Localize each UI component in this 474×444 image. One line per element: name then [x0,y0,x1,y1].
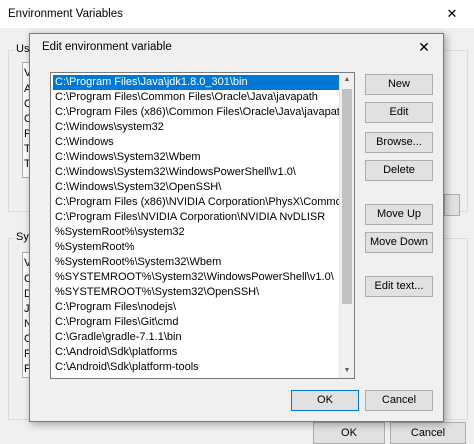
scroll-down-icon[interactable]: ▼ [340,364,354,378]
edit-text-button[interactable]: Edit text... [365,276,433,297]
cancel-button[interactable]: Cancel [365,390,433,411]
dialog-title: Edit environment variable [42,41,172,53]
move-down-button[interactable]: Move Down [365,232,433,253]
list-item[interactable]: %SystemRoot%\System32\Wbem [53,255,341,270]
list-item[interactable]: C:\Program Files\Git\cmd [53,315,341,330]
move-up-button[interactable]: Move Up [365,204,433,225]
list-item[interactable]: %SystemRoot% [53,240,341,255]
list-item[interactable]: C:\Windows\System32\WindowsPowerShell\v1… [53,165,341,180]
edit-environment-variable-dialog: Edit environment variable ✕ C:\Program F… [29,33,444,422]
list-item[interactable]: C:\Gradle\gradle-7.1.1\bin [53,330,341,345]
list-item[interactable]: %SYSTEMROOT%\System32\OpenSSH\ [53,285,341,300]
list-item[interactable]: C:\Program Files\nodejs\ [53,300,341,315]
edit-button[interactable]: Edit [365,102,433,123]
list-item[interactable]: C:\Program Files\Common Files\Oracle\Jav… [53,90,341,105]
path-list[interactable]: C:\Program Files\Java\jdk1.8.0_301\bin C:… [50,72,355,379]
vertical-scrollbar[interactable]: ▲ ▼ [339,73,354,378]
new-button[interactable]: New [365,74,433,95]
parent-titlebar: Environment Variables ✕ [0,0,474,28]
parent-close-icon[interactable]: ✕ [430,0,474,28]
list-item[interactable]: %SYSTEMROOT%\System32\WindowsPowerShell\… [53,270,341,285]
parent-cancel-button[interactable]: Cancel [390,422,466,444]
delete-button[interactable]: Delete [365,160,433,181]
list-item[interactable]: C:\Android\Sdk\platform-tools [53,360,341,375]
list-item[interactable]: C:\Windows [53,135,341,150]
user-delete-button-partial[interactable] [444,194,460,216]
list-item[interactable]: C:\Program Files\Java\jdk1.8.0_301\bin [53,75,341,90]
list-item[interactable]: C:\Program Files (x86)\NVIDIA Corporatio… [53,195,348,210]
ok-button[interactable]: OK [291,390,359,411]
list-item[interactable]: C:\Program Files (x86)\Common Files\Orac… [53,105,346,120]
list-item[interactable]: C:\Windows\System32\OpenSSH\ [53,180,341,195]
list-item[interactable]: C:\Android\Sdk\platforms [53,345,341,360]
browse-button[interactable]: Browse... [365,132,433,153]
list-item[interactable]: C:\Windows\system32 [53,120,341,135]
list-item[interactable]: C:\Program Files\NVIDIA Corporation\NVID… [53,210,341,225]
list-item[interactable]: C:\Windows\System32\Wbem [53,150,341,165]
list-item[interactable]: %SystemRoot%\system32 [53,225,341,240]
scroll-up-icon[interactable]: ▲ [340,73,354,87]
close-icon[interactable]: ✕ [413,36,435,58]
parent-window-title: Environment Variables [8,8,123,20]
parent-ok-button[interactable]: OK [313,422,385,444]
scrollbar-thumb[interactable] [342,89,352,304]
